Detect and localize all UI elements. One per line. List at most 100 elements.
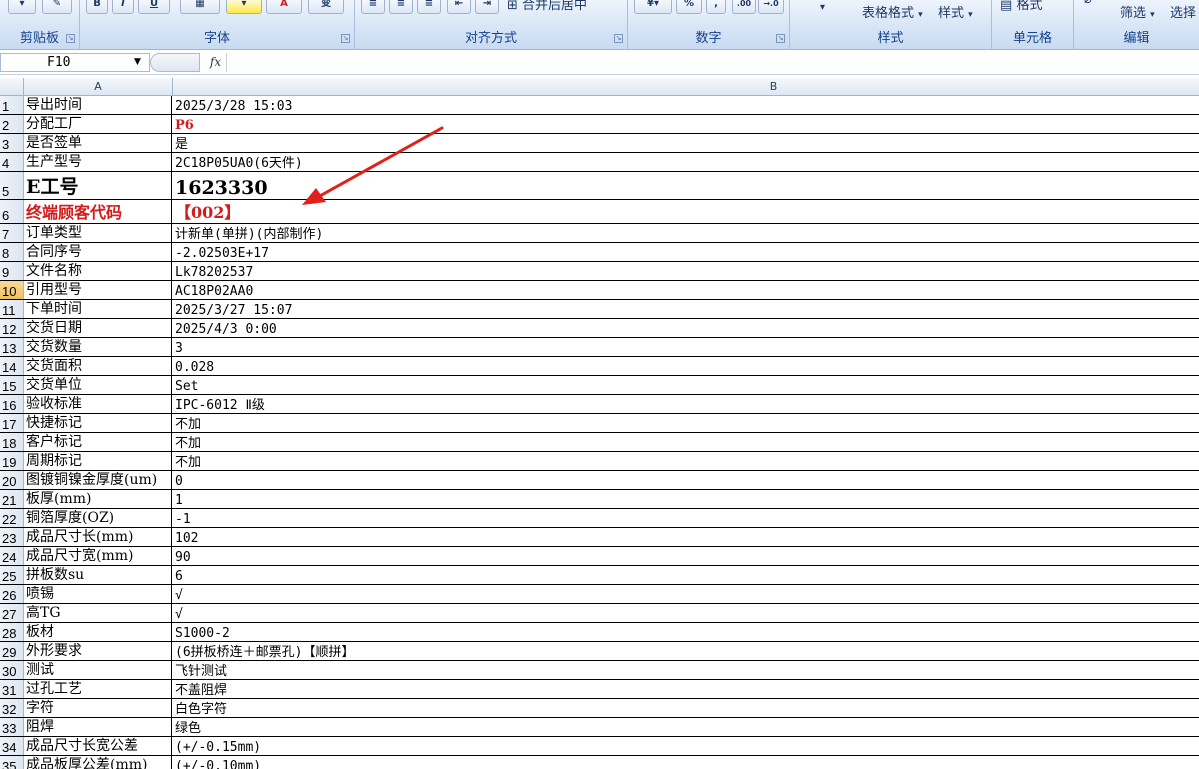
row-header[interactable]: 15 [0,376,24,394]
row-header[interactable]: 4 [0,153,24,171]
cell-a[interactable]: 引用型号 [24,281,172,299]
row-header[interactable]: 24 [0,547,24,565]
cell-b[interactable]: 2025/4/3 0:00 [173,319,1199,337]
cell-b[interactable]: 1623330 [173,172,1199,199]
dialog-launcher-icon[interactable]: ↘ [66,34,75,43]
row-header[interactable]: 8 [0,243,24,261]
row-header[interactable]: 31 [0,680,24,698]
cell-b[interactable]: 是 [173,134,1199,152]
row-header[interactable]: 20 [0,471,24,489]
cell-b[interactable]: 0 [173,471,1199,489]
row-header[interactable]: 22 [0,509,24,527]
cell-a[interactable]: 喷锡 [24,585,172,603]
conditional-format-dropdown-icon[interactable]: ▾ [820,2,825,13]
cell-b[interactable]: 不加 [173,414,1199,432]
cell-b[interactable]: P6 [173,115,1199,133]
cell-b[interactable]: -1 [173,509,1199,527]
cell-b[interactable]: 90 [173,547,1199,565]
row-header[interactable]: 3 [0,134,24,152]
underline-button[interactable]: U [138,0,170,14]
row-header[interactable]: 14 [0,357,24,375]
cell-b[interactable]: (+/-0.15mm) [173,737,1199,755]
row-header[interactable]: 34 [0,737,24,755]
cell-a[interactable]: 终端顾客代码 [24,200,172,223]
row-header[interactable]: 11 [0,300,24,318]
format-painter-icon[interactable]: ✎ [42,0,72,14]
cell-a[interactable]: 交货单位 [24,376,172,394]
percent-button[interactable]: % [676,0,702,14]
cell-a[interactable]: 板厚(mm) [24,490,172,508]
cell-a[interactable]: 过孔工艺 [24,680,172,698]
select-button[interactable]: 选择 [1170,2,1196,21]
cell-a[interactable]: 订单类型 [24,224,172,242]
clear-icon[interactable]: ⌀ [1084,0,1092,7]
cell-b[interactable]: √ [173,604,1199,622]
cell-a[interactable]: 外形要求 [24,642,172,660]
filter-button[interactable]: 筛选 ▾ [1120,2,1155,21]
cell-a[interactable]: 阻焊 [24,718,172,736]
cell-a[interactable]: 字符 [24,699,172,717]
row-header[interactable]: 25 [0,566,24,584]
row-header[interactable]: 2 [0,115,24,133]
cell-b[interactable]: (+/-0.10mm) [173,756,1199,769]
cell-a[interactable]: 下单时间 [24,300,172,318]
cell-b[interactable]: 1 [173,490,1199,508]
row-header[interactable]: 23 [0,528,24,546]
cell-styles-button[interactable]: 样式 ▾ [938,2,973,21]
cell-b[interactable]: 0.028 [173,357,1199,375]
decrease-decimal-button[interactable]: →.0 [758,0,784,14]
cell-b[interactable]: 绿色 [173,718,1199,736]
font-color-button[interactable]: A [266,0,302,14]
cell-a[interactable]: 图镀铜镍金厚度(um) [24,471,172,489]
cell-a[interactable]: 交货日期 [24,319,172,337]
row-header[interactable]: 13 [0,338,24,356]
cell-a[interactable]: 分配工厂 [24,115,172,133]
merge-center-button[interactable]: ⊞ 合并后居中 [507,0,587,13]
cell-a[interactable]: 验收标准 [24,395,172,413]
cell-b[interactable]: Set [173,376,1199,394]
cell-a[interactable]: 拼板数su [24,566,172,584]
cell-b[interactable]: S1000-2 [173,623,1199,641]
cell-a[interactable]: 成品板厚公差(mm) [24,756,172,769]
cell-a[interactable]: 铜箔厚度(OZ) [24,509,172,527]
align-right-icon[interactable]: ≡ [417,0,441,14]
row-header[interactable]: 18 [0,433,24,451]
dialog-launcher-icon[interactable]: ↘ [341,34,350,43]
cell-b[interactable]: 不加 [173,433,1199,451]
cell-a[interactable]: 快捷标记 [24,414,172,432]
row-header[interactable]: 35 [0,756,24,769]
formula-input[interactable] [228,53,1199,72]
row-header[interactable]: 1 [0,96,24,114]
row-header[interactable]: 6 [0,200,24,223]
row-header[interactable]: 16 [0,395,24,413]
cell-a[interactable]: 生产型号 [24,153,172,171]
cell-a[interactable]: 合同序号 [24,243,172,261]
cell-a[interactable]: 导出时间 [24,96,172,114]
row-header[interactable]: 17 [0,414,24,432]
row-header[interactable]: 32 [0,699,24,717]
cell-a[interactable]: 文件名称 [24,262,172,280]
row-header[interactable]: 26 [0,585,24,603]
cell-b[interactable]: 2025/3/28 15:03 [173,96,1199,114]
cell-b[interactable]: 102 [173,528,1199,546]
row-header[interactable]: 27 [0,604,24,622]
fill-color-icon[interactable]: ▾ [226,0,262,14]
cell-a[interactable]: 测试 [24,661,172,679]
italic-button[interactable]: I [112,0,134,14]
table-format-button[interactable]: 表格格式 ▾ [862,2,923,21]
cell-b[interactable]: 2025/3/27 15:07 [173,300,1199,318]
increase-decimal-button[interactable]: .00 [732,0,756,14]
row-header[interactable]: 33 [0,718,24,736]
chevron-down-icon[interactable]: ▼ [134,57,141,67]
row-header[interactable]: 9 [0,262,24,280]
cell-a[interactable]: 是否签单 [24,134,172,152]
row-header[interactable]: 10 [0,281,24,299]
row-header[interactable]: 28 [0,623,24,641]
cell-b[interactable]: 2C18P05UA0(6天件) [173,153,1199,171]
cell-a[interactable]: 客户标记 [24,433,172,451]
row-header[interactable]: 30 [0,661,24,679]
row-header[interactable]: 29 [0,642,24,660]
phonetic-button[interactable]: 变 [308,0,344,14]
cell-b[interactable]: -2.02503E+17 [173,243,1199,261]
cell-b[interactable]: (6拼板桥连＋邮票孔)【顺拼】 [173,642,1199,660]
